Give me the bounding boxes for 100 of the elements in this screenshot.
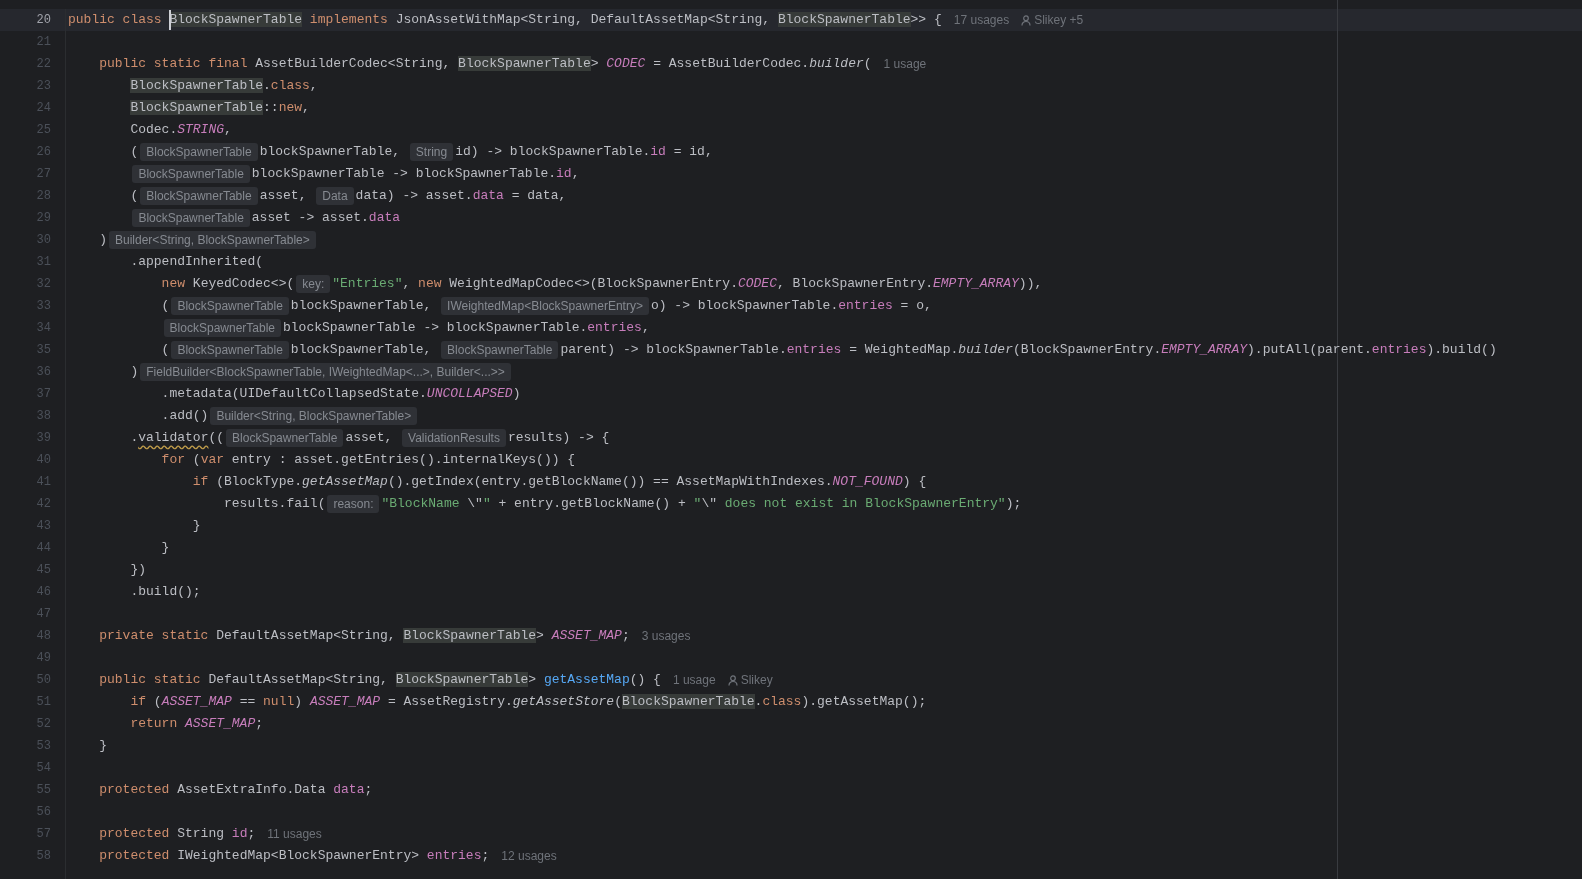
author-hint[interactable]: Slikey bbox=[740, 671, 773, 689]
highlighted-identifier: BlockSpawnerTable bbox=[169, 12, 303, 28]
keyword: protected bbox=[99, 848, 171, 864]
keyword: public class bbox=[68, 12, 163, 28]
method-name: getAssetStore bbox=[512, 694, 615, 710]
code-text: = data, bbox=[510, 188, 567, 204]
code-text: (( bbox=[208, 430, 225, 446]
code-text: id) -> blockSpawnerTable. bbox=[455, 144, 651, 160]
keyword: protected bbox=[99, 826, 171, 842]
method-name: getAssetMap bbox=[543, 672, 630, 688]
code-text: ( bbox=[614, 694, 622, 710]
line-number: 20 bbox=[36, 12, 51, 29]
code-text: .add() bbox=[161, 408, 209, 424]
code-text: \" bbox=[701, 496, 717, 512]
field-name: id bbox=[231, 826, 248, 842]
code-text: KeyedCodec<>( bbox=[192, 276, 295, 292]
code-text: DefaultAssetMap<String, bbox=[216, 628, 397, 644]
method-name: validator bbox=[138, 430, 209, 446]
code-text: o) -> blockSpawnerTable. bbox=[650, 298, 839, 314]
string-literal: " bbox=[693, 496, 702, 512]
usage-count[interactable]: 3 usages bbox=[641, 627, 691, 645]
inlay-hint: BlockSpawnerTable bbox=[132, 165, 250, 183]
string-literal: " bbox=[482, 496, 491, 512]
code-text: )), bbox=[1018, 276, 1043, 292]
code-text: (BlockSpawnerEntry. bbox=[1012, 342, 1162, 358]
code-text: > bbox=[536, 628, 545, 644]
code-text: } bbox=[192, 518, 201, 534]
code-text: ( bbox=[161, 342, 170, 358]
code-text: ; bbox=[255, 716, 264, 732]
usage-count[interactable]: 17 usages bbox=[953, 11, 1010, 29]
code-text: = WeightedMap. bbox=[848, 342, 959, 358]
inlay-hint: Data bbox=[316, 187, 354, 205]
constant-name: NOT_FOUND bbox=[832, 474, 903, 490]
highlighted-identifier: BlockSpawnerTable bbox=[130, 78, 264, 94]
code-text: , bbox=[641, 320, 650, 336]
constant-name: STRING bbox=[177, 122, 225, 138]
constant-name: UNCOLLAPSED bbox=[426, 386, 513, 402]
code-text: + entry.getBlockName() + bbox=[497, 496, 687, 512]
code-text: data) -> asset. bbox=[355, 188, 473, 204]
code-text: blockSpawnerTable, bbox=[290, 342, 433, 358]
inlay-hint: BlockSpawnerTable bbox=[140, 143, 258, 161]
author-hint[interactable]: Slikey +5 bbox=[1034, 11, 1084, 29]
string-literal: "Entries" bbox=[332, 276, 403, 292]
method-name: builder bbox=[958, 342, 1013, 358]
code-text: asset -> asset. bbox=[251, 210, 369, 226]
code-text: asset, bbox=[259, 188, 308, 204]
code-text: blockSpawnerTable, bbox=[290, 298, 433, 314]
code-text: = o, bbox=[899, 298, 932, 314]
code-text: ().getIndex(entry.getBlockName()) == AssetMapWithIndexes. bbox=[387, 474, 833, 490]
code-text: asset, bbox=[345, 430, 394, 446]
usage-count[interactable]: 1 usage bbox=[672, 671, 716, 689]
inlay-hint: key: bbox=[296, 275, 331, 293]
code-text: results.fail( bbox=[224, 496, 326, 512]
usage-count[interactable]: 12 usages bbox=[501, 847, 557, 865]
keyword: implements bbox=[308, 12, 389, 28]
code-text: . bbox=[130, 430, 139, 446]
inlay-hint: ValidationResults bbox=[402, 429, 506, 447]
inlay-hint: BlockSpawnerTable bbox=[132, 209, 250, 227]
code-text: , bbox=[309, 78, 318, 94]
keyword: return bbox=[130, 716, 179, 732]
code-text: >> { bbox=[910, 12, 942, 28]
inlay-hint: Builder<String, BlockSpawnerTable> bbox=[210, 407, 418, 425]
highlighted-identifier: BlockSpawnerTable bbox=[403, 628, 537, 644]
code-text: JsonAssetWithMap<String, DefaultAssetMap<String, bbox=[395, 12, 772, 28]
inlay-hint: Builder<String, BlockSpawnerTable> bbox=[109, 231, 316, 249]
method-name: getAssetMap bbox=[302, 474, 388, 490]
code-text: ( bbox=[130, 188, 139, 204]
usage-count[interactable]: 1 usage bbox=[883, 55, 927, 73]
constant-name: CODEC bbox=[606, 56, 646, 72]
field-name: entries bbox=[587, 320, 642, 336]
inlay-hint: BlockSpawnerTable bbox=[163, 319, 281, 337]
code-text: ( bbox=[192, 452, 201, 468]
code-text: ; bbox=[481, 848, 490, 864]
code-text: ).getAssetMap(); bbox=[801, 694, 927, 710]
keyword: class bbox=[762, 694, 802, 710]
keyword: protected bbox=[99, 782, 171, 798]
method-name: builder bbox=[809, 56, 864, 72]
keyword: class bbox=[270, 78, 310, 94]
code-text: } bbox=[99, 738, 107, 754]
usage-count[interactable]: 11 usages bbox=[267, 825, 322, 843]
code-text: } bbox=[161, 540, 170, 556]
code-text: , bbox=[302, 100, 310, 116]
code-text: blockSpawnerTable -> blockSpawnerTable. bbox=[251, 166, 557, 182]
field-name: entries bbox=[426, 848, 482, 864]
inlay-hint: BlockSpawnerTable bbox=[226, 429, 344, 447]
code-text: ); bbox=[1005, 496, 1022, 512]
code-text: ( bbox=[130, 144, 139, 160]
code-text: ( bbox=[161, 298, 170, 314]
code-text: . bbox=[263, 78, 271, 94]
code-text: .appendInherited( bbox=[130, 254, 264, 270]
code-text: , bbox=[224, 122, 232, 138]
highlighted-identifier: BlockSpawnerTable bbox=[621, 694, 755, 710]
code-text: IWeightedMap<BlockSpawnerEntry> bbox=[177, 848, 421, 864]
constant-name: ASSET_MAP bbox=[185, 716, 256, 732]
inlay-hint: BlockSpawnerTable bbox=[140, 187, 258, 205]
code-text: ( bbox=[863, 56, 872, 72]
code-text: > bbox=[590, 56, 600, 72]
code-text: ( bbox=[153, 694, 162, 710]
inlay-hint: reason: bbox=[327, 495, 380, 513]
keyword: public static final bbox=[99, 56, 249, 72]
